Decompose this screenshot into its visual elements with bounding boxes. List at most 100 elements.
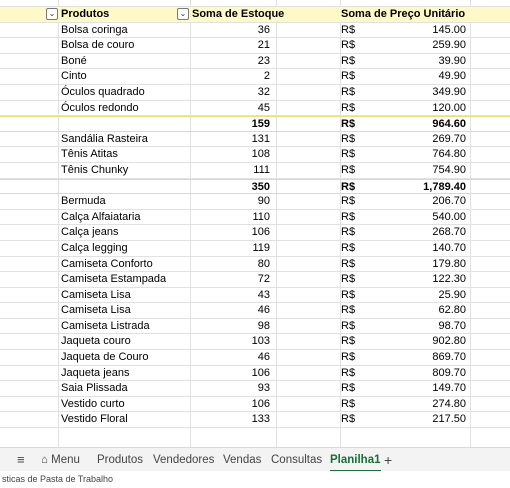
menu-button[interactable]: ⌂ Menu [41, 452, 80, 468]
estoque-cell[interactable]: 106 [190, 366, 276, 381]
currency-cell[interactable]: R$ [340, 366, 380, 381]
currency-cell[interactable]: R$ [340, 272, 380, 287]
row-blank-cell[interactable] [0, 241, 58, 256]
currency-cell[interactable]: R$ [340, 412, 380, 427]
tab-produtos[interactable]: Produtos [97, 452, 143, 468]
estoque-cell[interactable]: 46 [190, 350, 276, 365]
preco-cell[interactable]: 269.70 [380, 132, 468, 147]
estoque-cell[interactable]: 32 [190, 85, 276, 100]
currency-cell[interactable]: R$ [340, 23, 380, 38]
row-blank-cell[interactable] [0, 288, 58, 303]
row-blank-cell[interactable] [0, 147, 58, 162]
currency-cell[interactable]: R$ [340, 117, 380, 131]
estoque-cell[interactable]: 72 [190, 272, 276, 287]
preco-cell[interactable]: 349.90 [380, 85, 468, 100]
estoque-cell[interactable]: 106 [190, 225, 276, 240]
produto-cell[interactable]: Óculos quadrado [60, 85, 190, 100]
header-preco-cell[interactable]: Soma de Preço Unitário [340, 7, 472, 22]
produto-cell[interactable]: Sandália Rasteira [60, 132, 190, 147]
currency-cell[interactable]: R$ [340, 397, 380, 412]
produto-cell[interactable]: Jaqueta couro [60, 334, 190, 349]
produto-cell[interactable]: Camiseta Lisa [60, 288, 190, 303]
currency-cell[interactable]: R$ [340, 54, 380, 69]
produto-cell[interactable]: Camiseta Estampada [60, 272, 190, 287]
estoque-cell[interactable]: 103 [190, 334, 276, 349]
preco-cell[interactable]: 764.80 [380, 147, 468, 162]
produto-cell[interactable]: Saia Plissada [60, 381, 190, 396]
currency-cell[interactable]: R$ [340, 132, 380, 147]
row-blank-cell[interactable] [0, 381, 58, 396]
tab-vendas[interactable]: Vendas [223, 452, 261, 468]
row-blank-cell[interactable] [0, 319, 58, 334]
status-text[interactable]: sticas de Pasta de Trabalho [2, 474, 113, 484]
currency-cell[interactable]: R$ [340, 101, 380, 116]
currency-cell[interactable]: R$ [340, 180, 380, 194]
currency-cell[interactable]: R$ [340, 210, 380, 225]
currency-cell[interactable]: R$ [340, 241, 380, 256]
estoque-cell[interactable]: 23 [190, 54, 276, 69]
tab-vendedores[interactable]: Vendedores [153, 452, 214, 468]
estoque-cell[interactable]: 106 [190, 397, 276, 412]
produto-cell[interactable]: Bolsa coringa [60, 23, 190, 38]
preco-cell[interactable]: 869.70 [380, 350, 468, 365]
preco-cell[interactable]: 1,789.40 [380, 180, 468, 194]
preco-cell[interactable]: 122.30 [380, 272, 468, 287]
currency-cell[interactable]: R$ [340, 334, 380, 349]
currency-cell[interactable]: R$ [340, 381, 380, 396]
row-blank-cell[interactable] [0, 334, 58, 349]
row-blank-cell[interactable] [0, 272, 58, 287]
estoque-cell[interactable]: 43 [190, 288, 276, 303]
estoque-cell[interactable]: 108 [190, 147, 276, 162]
preco-cell[interactable]: 140.70 [380, 241, 468, 256]
estoque-cell[interactable]: 80 [190, 257, 276, 272]
produto-cell[interactable]: Tênis Atitas [60, 147, 190, 162]
row-blank-cell[interactable] [0, 85, 58, 100]
produto-cell[interactable]: Jaqueta jeans [60, 366, 190, 381]
currency-cell[interactable]: R$ [340, 225, 380, 240]
tab-consultas[interactable]: Consultas [271, 452, 322, 468]
produto-cell[interactable]: Bermuda [60, 194, 190, 209]
row-blank-cell[interactable] [0, 101, 58, 116]
estoque-cell[interactable]: 21 [190, 38, 276, 53]
produto-cell[interactable] [60, 180, 190, 194]
preco-cell[interactable]: 98.70 [380, 319, 468, 334]
produto-cell[interactable]: Boné [60, 54, 190, 69]
row-blank-cell[interactable] [0, 117, 58, 131]
produto-cell[interactable]: Jaqueta de Couro [60, 350, 190, 365]
estoque-cell[interactable]: 111 [190, 163, 276, 178]
currency-cell[interactable]: R$ [340, 38, 380, 53]
row-blank-cell[interactable] [0, 38, 58, 53]
filter-dropdown-icon[interactable]: ⌄ [46, 8, 58, 21]
filter-dropdown-icon[interactable]: ⌄ [177, 8, 189, 21]
preco-cell[interactable]: 268.70 [380, 225, 468, 240]
currency-cell[interactable]: R$ [340, 147, 380, 162]
currency-cell[interactable]: R$ [340, 303, 380, 318]
produto-cell[interactable]: Camiseta Conforto [60, 257, 190, 272]
row-blank-cell[interactable] [0, 54, 58, 69]
preco-cell[interactable]: 259.90 [380, 38, 468, 53]
estoque-cell[interactable]: 110 [190, 210, 276, 225]
preco-cell[interactable]: 62.80 [380, 303, 468, 318]
preco-cell[interactable]: 149.70 [380, 381, 468, 396]
currency-cell[interactable]: R$ [340, 288, 380, 303]
row-blank-cell[interactable] [0, 163, 58, 178]
estoque-cell[interactable]: 90 [190, 194, 276, 209]
row-blank-cell[interactable] [0, 397, 58, 412]
preco-cell[interactable]: 902.80 [380, 334, 468, 349]
estoque-cell[interactable]: 98 [190, 319, 276, 334]
preco-cell[interactable]: 39.90 [380, 54, 468, 69]
currency-cell[interactable]: R$ [340, 163, 380, 178]
row-blank-cell[interactable] [0, 180, 58, 194]
produto-cell[interactable]: Bolsa de couro [60, 38, 190, 53]
produto-cell[interactable]: Vestido Floral [60, 412, 190, 427]
sheet-list-icon[interactable]: ≡ [17, 452, 25, 468]
estoque-cell[interactable]: 159 [190, 117, 276, 131]
currency-cell[interactable]: R$ [340, 257, 380, 272]
produto-cell[interactable]: Tênis Chunky [60, 163, 190, 178]
currency-cell[interactable]: R$ [340, 85, 380, 100]
produto-cell[interactable]: Calça jeans [60, 225, 190, 240]
preco-cell[interactable]: 217.50 [380, 412, 468, 427]
estoque-cell[interactable]: 2 [190, 69, 276, 84]
row-blank-cell[interactable] [0, 303, 58, 318]
preco-cell[interactable]: 120.00 [380, 101, 468, 116]
